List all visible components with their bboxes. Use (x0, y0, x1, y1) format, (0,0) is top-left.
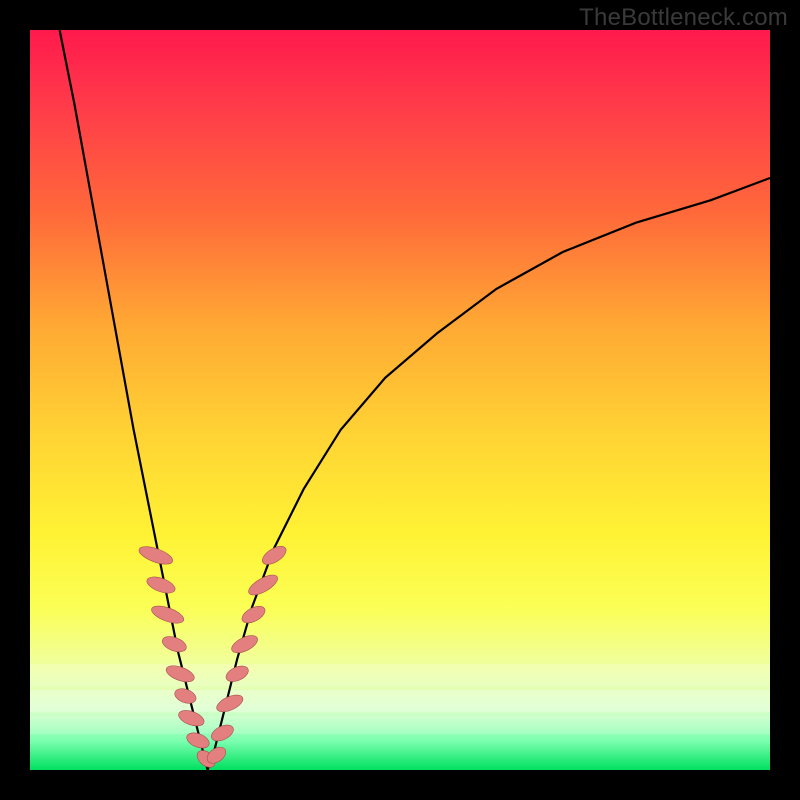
watermark-text: TheBottleneck.com (579, 4, 788, 32)
bead-group (137, 543, 289, 771)
plot-area (30, 30, 770, 770)
outer-frame: TheBottleneck.com (0, 0, 800, 800)
bead-marker (173, 686, 198, 706)
bead-marker (214, 692, 245, 716)
bead-marker (209, 722, 236, 744)
bead-marker (145, 574, 177, 597)
bead-marker (164, 662, 196, 685)
bead-marker (224, 663, 251, 685)
bead-marker (137, 543, 175, 568)
chart-svg (30, 30, 770, 770)
bead-marker (177, 707, 207, 729)
bead-marker (149, 603, 186, 627)
curve-right-branch (208, 178, 770, 770)
curve-left-branch (60, 30, 208, 770)
